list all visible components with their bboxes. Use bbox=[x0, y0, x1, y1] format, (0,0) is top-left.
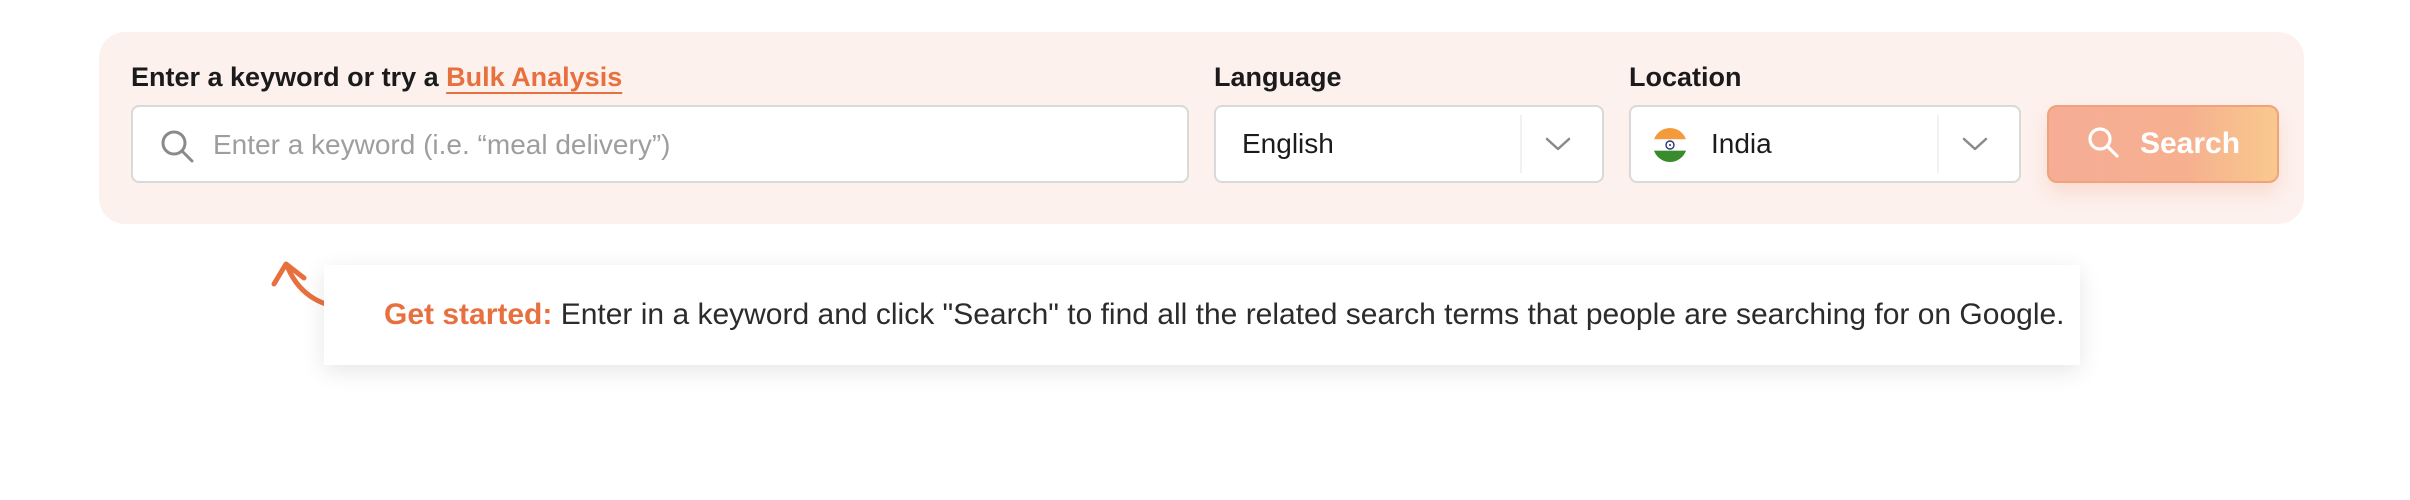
search-button[interactable]: Search bbox=[2047, 105, 2279, 183]
search-button-label: Search bbox=[2139, 127, 2241, 160]
language-select[interactable]: English bbox=[1214, 105, 1604, 183]
get-started-tip: Get started: Enter in a keyword and clic… bbox=[324, 265, 2080, 365]
india-flag-icon bbox=[1653, 128, 1687, 162]
location-selected-value: India bbox=[1711, 128, 1772, 159]
keyword-input[interactable] bbox=[211, 107, 1175, 183]
chevron-down-icon[interactable] bbox=[1937, 115, 2011, 173]
keyword-field[interactable] bbox=[131, 105, 1189, 183]
search-icon bbox=[2086, 125, 2120, 164]
location-select[interactable]: India bbox=[1629, 105, 2021, 183]
tip-text: Get started: Enter in a keyword and clic… bbox=[384, 298, 2065, 332]
language-label: Language bbox=[1214, 62, 1342, 92]
chevron-down-icon[interactable] bbox=[1520, 115, 1594, 173]
location-label: Location bbox=[1629, 62, 1742, 92]
tip-body: Enter in a keyword and click "Search" to… bbox=[560, 298, 2065, 331]
keyword-label: Enter a keyword or try a Bulk Analysis bbox=[131, 60, 622, 94]
tip-heading: Get started: bbox=[384, 298, 553, 331]
keyword-label-text: Enter a keyword or try a bbox=[131, 62, 439, 92]
language-selected-value: English bbox=[1242, 128, 1334, 159]
bulk-analysis-link[interactable]: Bulk Analysis bbox=[446, 62, 622, 92]
search-icon bbox=[159, 128, 195, 164]
search-panel: Enter a keyword or try a Bulk Analysis L… bbox=[99, 32, 2304, 224]
